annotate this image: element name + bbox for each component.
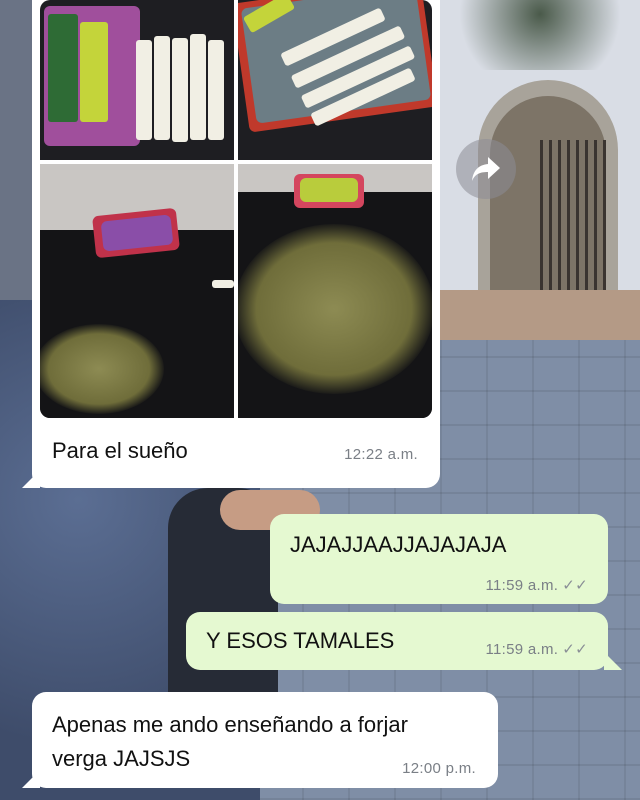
photo-album-grid[interactable] — [40, 0, 432, 418]
incoming-message[interactable]: Apenas me ando enseñando a forjar verga … — [32, 692, 498, 788]
chat-thread[interactable]: Para el sueño 12:22 a.m. JAJAJJAAJJAJAJA… — [0, 0, 640, 800]
bubble-tail — [22, 770, 40, 788]
double-check-icon: ✓✓ — [562, 641, 588, 658]
message-timestamp: 11:59 a.m. ✓✓ — [485, 641, 588, 658]
outgoing-message[interactable]: JAJAJJAAJJAJAJAJA 11:59 a.m. ✓✓ — [270, 514, 608, 604]
forward-button[interactable] — [456, 139, 516, 199]
message-text: JAJAJJAAJJAJAJAJA — [290, 532, 507, 557]
message-timestamp: 12:00 p.m. — [402, 760, 476, 777]
incoming-image-message[interactable]: Para el sueño 12:22 a.m. — [32, 0, 440, 488]
bubble-tail — [604, 652, 622, 670]
photo-1[interactable] — [40, 0, 234, 160]
message-timestamp: 12:22 a.m. — [344, 446, 418, 463]
message-text: Apenas me ando enseñando a forjar verga … — [52, 712, 408, 771]
bubble-tail — [22, 470, 40, 488]
image-caption: Para el sueño — [52, 438, 188, 463]
message-timestamp: 11:59 a.m. ✓✓ — [485, 577, 588, 594]
forward-arrow-icon — [472, 157, 500, 181]
photo-3[interactable] — [40, 164, 234, 418]
outgoing-message[interactable]: Y ESOS TAMALES 11:59 a.m. ✓✓ — [186, 612, 608, 670]
double-check-icon: ✓✓ — [562, 577, 588, 594]
photo-2[interactable] — [238, 0, 432, 160]
photo-4[interactable] — [238, 164, 432, 418]
message-text: Y ESOS TAMALES — [206, 628, 395, 653]
